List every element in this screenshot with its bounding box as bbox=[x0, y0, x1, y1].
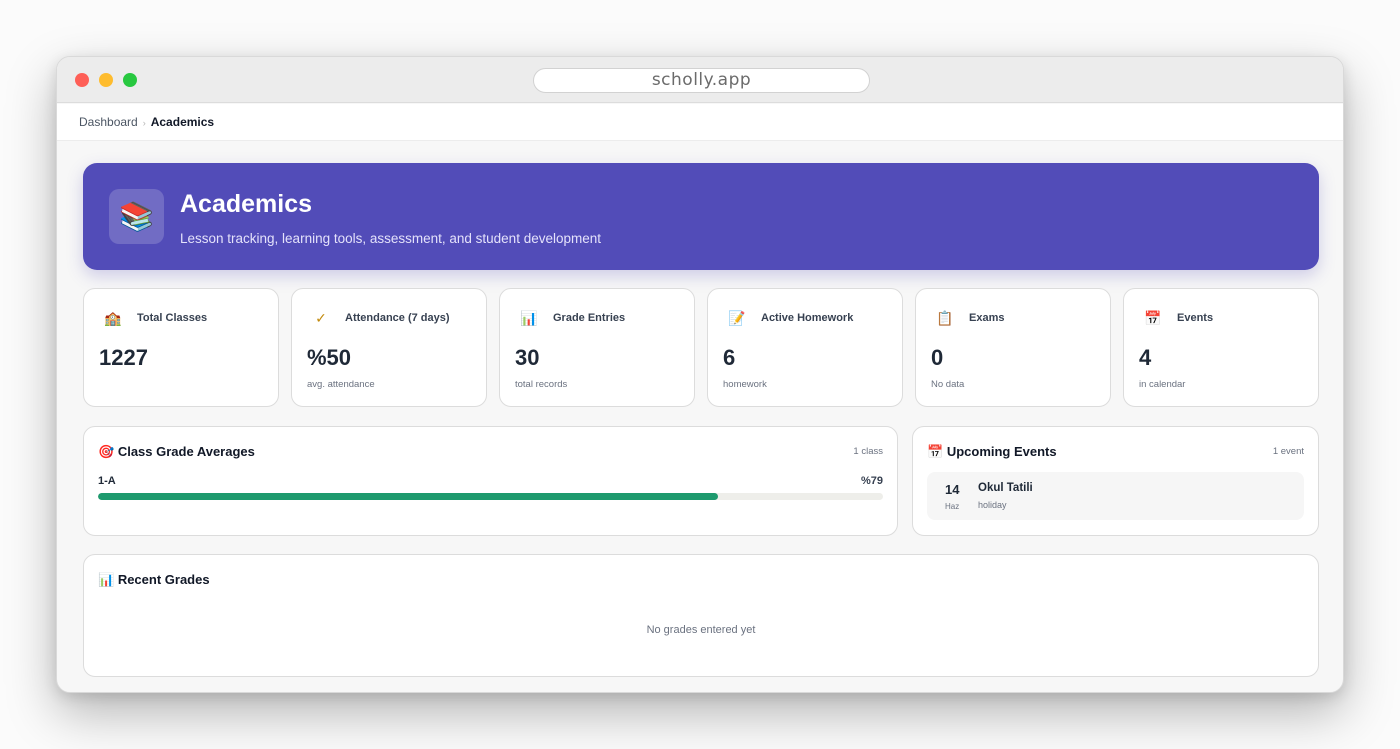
books-icon: 📚 bbox=[109, 189, 164, 244]
breadcrumb-separator-icon: › bbox=[142, 118, 146, 128]
recent-grades-panel: 📊 Recent Grades No grades entered yet bbox=[83, 554, 1319, 677]
stat-value: 30 bbox=[515, 345, 540, 370]
class-grade-averages-panel: 🎯 Class Grade Averages 1 class 1-A %79 bbox=[83, 426, 898, 536]
stat-card-total-classes[interactable]: 🏫 Total Classes 1227 bbox=[83, 288, 279, 407]
panel-title: 🎯 Class Grade Averages bbox=[98, 444, 255, 460]
target-icon: 🎯 bbox=[98, 444, 115, 459]
calendar-icon: 📅 bbox=[1144, 310, 1162, 326]
panel-title-text: Class Grade Averages bbox=[117, 444, 255, 459]
stat-subtext: total records bbox=[515, 379, 568, 390]
page-header-banner: 📚 Academics Lesson tracking, learning to… bbox=[83, 163, 1319, 270]
stat-label: Exams bbox=[969, 312, 1005, 324]
event-list-item[interactable]: 14 Haz Okul Tatili holiday bbox=[927, 472, 1304, 520]
stat-label: Active Homework bbox=[761, 312, 854, 324]
empty-state-message: No grades entered yet bbox=[646, 624, 756, 636]
panel-title: 📊 Recent Grades bbox=[98, 572, 210, 588]
school-icon: 🏫 bbox=[104, 310, 122, 326]
calendar-icon: 📅 bbox=[927, 444, 944, 459]
stat-value: 1227 bbox=[99, 345, 148, 370]
stat-card-attendance[interactable]: ✓ Attendance (7 days) %50 avg. attendanc… bbox=[291, 288, 487, 407]
close-window-button[interactable] bbox=[75, 73, 89, 87]
class-count: 1 class bbox=[853, 446, 883, 457]
class-grade-percent: %79 bbox=[860, 475, 883, 487]
page-subtitle: Lesson tracking, learning tools, assessm… bbox=[180, 231, 601, 246]
event-name: Okul Tatili bbox=[978, 482, 1033, 494]
panel-title-text: Recent Grades bbox=[117, 572, 210, 587]
stat-subtext: avg. attendance bbox=[307, 379, 375, 390]
stat-subtext: in calendar bbox=[1139, 379, 1186, 390]
event-count: 1 event bbox=[1272, 446, 1304, 457]
stat-card-exams[interactable]: 📋 Exams 0 No data bbox=[915, 288, 1111, 407]
stat-card-events[interactable]: 📅 Events 4 in calendar bbox=[1123, 288, 1319, 407]
bar-chart-icon: 📊 bbox=[520, 310, 538, 326]
stats-row: 🏫 Total Classes 1227 ✓ Attendance (7 day… bbox=[83, 288, 1319, 408]
bar-chart-icon: 📊 bbox=[98, 572, 115, 587]
stat-value: %50 bbox=[307, 345, 352, 370]
stat-subtext: homework bbox=[723, 379, 767, 390]
stat-label: Grade Entries bbox=[553, 312, 626, 324]
stat-card-active-homework[interactable]: 📝 Active Homework 6 homework bbox=[707, 288, 903, 407]
class-name: 1-A bbox=[98, 475, 116, 487]
stat-value: 0 bbox=[931, 345, 944, 370]
memo-icon: 📝 bbox=[728, 310, 746, 326]
stat-value: 6 bbox=[723, 345, 736, 370]
breadcrumb-current: Academics bbox=[150, 115, 215, 129]
stat-subtext: No data bbox=[931, 379, 965, 390]
minimize-window-button[interactable] bbox=[99, 73, 113, 87]
browser-window: scholly.app Dashboard › Academics 📚 Academ… bbox=[56, 56, 1344, 693]
event-month: Haz bbox=[945, 502, 960, 511]
stat-label: Total Classes bbox=[137, 312, 208, 324]
checkmark-icon: ✓ bbox=[315, 310, 327, 326]
panel-title: 📅 Upcoming Events bbox=[927, 444, 1057, 460]
page-title: Academics bbox=[180, 190, 313, 218]
breadcrumb: Dashboard › Academics bbox=[57, 104, 1343, 141]
event-day: 14 bbox=[945, 482, 960, 497]
address-bar[interactable]: scholly.app bbox=[533, 68, 870, 93]
browser-titlebar: scholly.app bbox=[57, 57, 1343, 103]
stat-value: 4 bbox=[1139, 345, 1152, 370]
clipboard-icon: 📋 bbox=[936, 310, 954, 326]
grade-progress-bar bbox=[98, 493, 883, 500]
stat-label: Attendance (7 days) bbox=[345, 312, 450, 324]
panel-title-text: Upcoming Events bbox=[946, 444, 1057, 459]
grade-progress-fill bbox=[98, 493, 719, 500]
upcoming-events-panel: 📅 Upcoming Events 1 event 14 Haz Okul Ta… bbox=[912, 426, 1319, 536]
stat-label: Events bbox=[1177, 312, 1214, 324]
stat-card-grade-entries[interactable]: 📊 Grade Entries 30 total records bbox=[499, 288, 695, 407]
maximize-window-button[interactable] bbox=[123, 73, 137, 87]
event-type: holiday bbox=[978, 500, 1007, 510]
breadcrumb-dashboard-link[interactable]: Dashboard bbox=[79, 115, 138, 129]
